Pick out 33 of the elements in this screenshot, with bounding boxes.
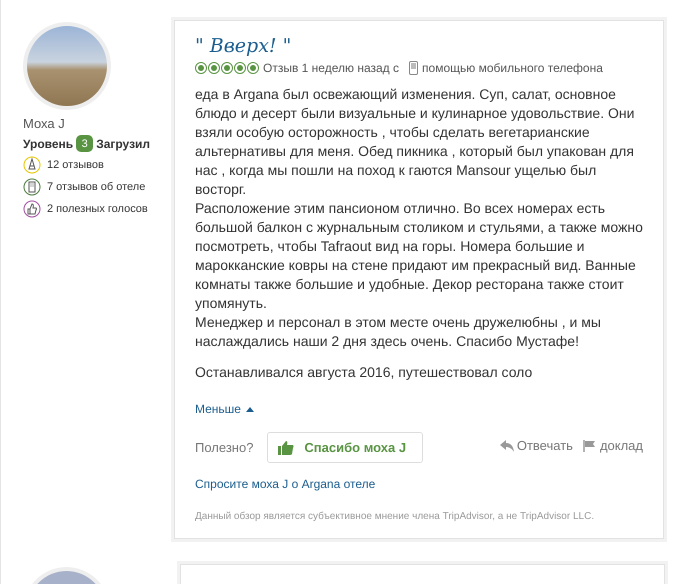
review-title[interactable]: " Вверх! " <box>195 35 643 57</box>
level-badge: 3 <box>76 135 94 152</box>
mobile-phone-icon <box>409 61 418 75</box>
rating-bubble <box>221 62 233 74</box>
thumbs-up-icon <box>278 440 294 454</box>
building-icon <box>23 178 41 196</box>
report-link[interactable]: доклад <box>582 438 643 453</box>
rating-bubble <box>208 62 220 74</box>
thumbs-up-icon <box>23 200 41 218</box>
reviewer-stat: 7 отзывов об отеле <box>47 181 146 193</box>
thank-button[interactable]: Спасибо моха J <box>267 432 424 463</box>
reviewer-stat: 2 полезных голосов <box>47 203 148 215</box>
reply-link[interactable]: Отвечать <box>500 438 573 453</box>
review-paragraph: Менеджер и персонал в этом месте очень дружелюбны , и мы наслаждались наши 2 дня здесь очень. Спасибо Мустафе! <box>195 313 602 351</box>
disclaimer-text: Данный обзор является субъективное мнение члена TripAdvisor, а не TripAdvisor LLC. <box>195 511 596 522</box>
rating-bubble <box>195 62 207 74</box>
reply-arrow-icon <box>500 440 514 452</box>
ask-reviewer-link[interactable]: Спросите моха J о Argana отеле <box>195 477 643 491</box>
show-less-link[interactable]: Меньше <box>195 402 254 416</box>
reviewer-name[interactable]: Моха J <box>23 116 65 131</box>
review-paragraph: Расположение этим пансионом отлично. Во всех номерах есть большой балкон с журнальным столиком и стульями, а также можно посмотреть, чтобы Tafraout вид на горы. Номера большие и марокканские ковры на стене придают им прекрасный вид. Ванные комнаты также большие и удобные. Декор ресторана также стоит упомянуть. <box>195 199 643 313</box>
review-source: помощью мобильного телефона <box>422 61 603 75</box>
review-paragraph: еда в Argana был освежающий изменения. Суп, салат, основное блюдо и десерт были визуальные и кулинарное удовольствие. Они взяли особую осторожность , чтобы сделать вегетарианские альтернативы для меня. Обед пикника , который был упакован для нас , когда мы пошли на поход к гаются Mansour ущелью был восторг. <box>195 85 636 199</box>
helpful-label: Полезно? <box>195 440 254 455</box>
review-date: Отзыв 1 неделю назад с <box>263 61 400 75</box>
stay-info: Останавливался августа 2016, путешествовал соло <box>195 364 534 380</box>
reviewer-stat: 12 отзывов <box>47 159 104 171</box>
contributor-badge-label: Загрузил <box>96 136 150 150</box>
caret-icon <box>246 406 254 412</box>
rating-bubble <box>247 62 259 74</box>
flag-icon <box>582 440 597 452</box>
rating-bubble <box>234 62 246 74</box>
level-label: Уровень <box>23 136 74 150</box>
